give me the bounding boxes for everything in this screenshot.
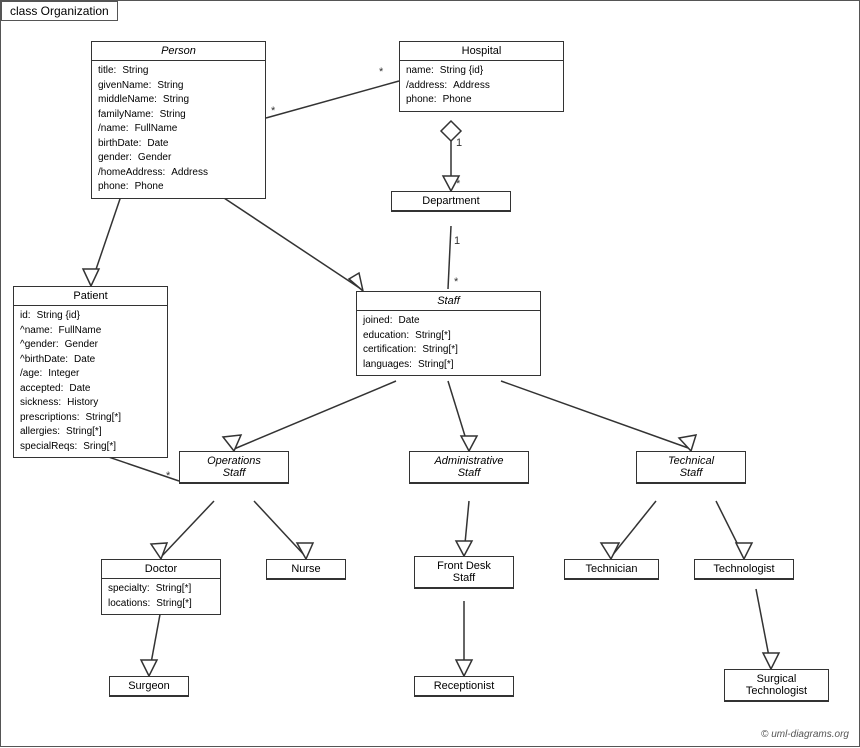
class-hospital-title: Hospital [400, 42, 563, 61]
class-staff: Staff joined:Date education:String[*] ce… [356, 291, 541, 376]
svg-text:*: * [456, 178, 461, 190]
diagram-title: class Organization [1, 1, 118, 21]
svg-text:*: * [166, 470, 171, 482]
class-staff-body: joined:Date education:String[*] certific… [357, 311, 540, 375]
class-doctor-title: Doctor [102, 560, 220, 579]
class-department: Department [391, 191, 511, 212]
class-doctor: Doctor specialty:String[*] locations:Str… [101, 559, 221, 615]
class-technologist-title: Technologist [695, 560, 793, 579]
class-admin-staff-title: Administrative Staff [410, 452, 528, 483]
class-surgeon-title: Surgeon [110, 677, 188, 696]
class-hospital: Hospital name:String {id} /address:Addre… [399, 41, 564, 112]
class-front-desk-title: Front Desk Staff [415, 557, 513, 588]
class-operations-staff-title: Operations Staff [180, 452, 288, 483]
class-patient: Patient id:String {id} ^name:FullName ^g… [13, 286, 168, 458]
class-hospital-body: name:String {id} /address:Address phone:… [400, 61, 563, 111]
class-patient-title: Patient [14, 287, 167, 306]
class-receptionist: Receptionist [414, 676, 514, 697]
svg-text:*: * [454, 276, 459, 288]
svg-text:1: 1 [456, 137, 462, 149]
svg-text:*: * [379, 66, 384, 78]
copyright: © uml-diagrams.org [761, 729, 849, 740]
class-technician-title: Technician [565, 560, 658, 579]
svg-text:1: 1 [454, 235, 460, 247]
class-department-title: Department [392, 192, 510, 211]
class-person-title: Person [92, 42, 265, 61]
class-person-body: title:String givenName:String middleName… [92, 61, 265, 198]
class-surgical-technologist-title: Surgical Technologist [725, 670, 828, 701]
class-surgical-technologist: Surgical Technologist [724, 669, 829, 702]
svg-text:*: * [271, 105, 276, 117]
class-operations-staff: Operations Staff [179, 451, 289, 484]
diagram-container: class Organization * * 1 * 1 * [0, 0, 860, 747]
class-admin-staff: Administrative Staff [409, 451, 529, 484]
class-staff-title: Staff [357, 292, 540, 311]
class-surgeon: Surgeon [109, 676, 189, 697]
class-technical-staff: Technical Staff [636, 451, 746, 484]
class-technologist: Technologist [694, 559, 794, 580]
class-doctor-body: specialty:String[*] locations:String[*] [102, 579, 220, 614]
class-receptionist-title: Receptionist [415, 677, 513, 696]
class-technical-staff-title: Technical Staff [637, 452, 745, 483]
class-nurse-title: Nurse [267, 560, 345, 579]
class-technician: Technician [564, 559, 659, 580]
class-nurse: Nurse [266, 559, 346, 580]
class-front-desk-staff: Front Desk Staff [414, 556, 514, 589]
class-patient-body: id:String {id} ^name:FullName ^gender:Ge… [14, 306, 167, 457]
class-person: Person title:String givenName:String mid… [91, 41, 266, 199]
